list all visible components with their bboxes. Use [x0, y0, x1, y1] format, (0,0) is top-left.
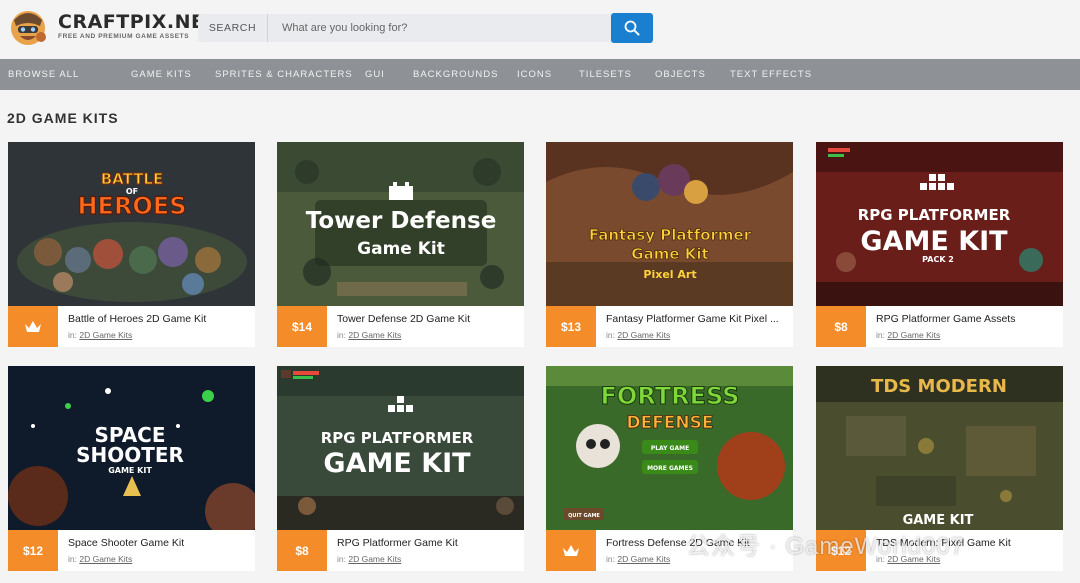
search-icon — [624, 20, 640, 36]
thumbnail-text: TDS MODERN — [871, 376, 1007, 397]
thumbnail-text: BATTLE — [101, 170, 164, 188]
logo-mascot-icon — [6, 6, 50, 48]
product-category: in: 2D Game Kits — [606, 330, 670, 340]
nav-item-gui[interactable]: GUI — [365, 69, 385, 80]
product-thumbnail[interactable]: SPACE SHOOTER GAME KIT — [8, 366, 255, 530]
product-category: in: 2D Game Kits — [68, 330, 132, 340]
nav-item-backgrounds[interactable]: BACKGROUNDS — [413, 69, 498, 80]
product-footer: $8 RPG Platformer Game Kit in: 2D Game K… — [277, 530, 524, 571]
category-prefix: in: — [606, 554, 615, 564]
thumbnail-text: PACK 2 — [922, 255, 954, 264]
category-prefix: in: — [337, 330, 346, 340]
thumbnail-text: DEFENSE — [626, 413, 713, 433]
thumbnail-text: GAME KIT — [323, 448, 471, 479]
thumbnail-text: Fantasy Platformer — [589, 226, 752, 244]
section-title: 2D GAME KITS — [7, 110, 119, 126]
category-prefix: in: — [606, 330, 615, 340]
price-badge: $13 — [546, 306, 596, 347]
thumbnail-text: FORTRESS — [601, 382, 740, 410]
search-input[interactable] — [268, 14, 653, 42]
brand-name: CRAFTPIX.NET — [58, 11, 218, 33]
product-title[interactable]: Space Shooter Game Kit — [68, 537, 248, 549]
product-thumbnail[interactable]: FORTRESS DEFENSE PLAY GAME MORE GAMES QU… — [546, 366, 793, 530]
product-thumbnail[interactable]: BATTLE OF HEROES — [8, 142, 255, 306]
product-title[interactable]: Battle of Heroes 2D Game Kit — [68, 313, 248, 325]
thumbnail-text: QUIT GAME — [568, 513, 600, 519]
category-link[interactable]: 2D Game Kits — [887, 330, 940, 340]
thumbnail-text: HEROES — [77, 192, 186, 220]
nav-item-tilesets[interactable]: TILESETS — [579, 69, 632, 80]
category-prefix: in: — [876, 330, 885, 340]
product-footer: $12 Space Shooter Game Kit in: 2D Game K… — [8, 530, 255, 571]
site-header: CRAFTPIX.NET FREE AND PREMIUM GAME ASSET… — [0, 0, 1080, 58]
crown-icon — [563, 544, 579, 556]
nav-item-icons[interactable]: ICONS — [517, 69, 552, 80]
product-thumbnail[interactable]: RPG PLATFORMER GAME KIT — [277, 366, 524, 530]
category-prefix: in: — [337, 554, 346, 564]
brand-tagline: FREE AND PREMIUM GAME ASSETS — [58, 33, 190, 40]
thumbnail-text: Game Kit — [357, 239, 445, 259]
category-link[interactable]: 2D Game Kits — [79, 554, 132, 564]
product-category: in: 2D Game Kits — [337, 554, 401, 564]
nav-item-objects[interactable]: OBJECTS — [655, 69, 706, 80]
thumbnail-text: Pixel Art — [643, 268, 696, 281]
category-link[interactable]: 2D Game Kits — [348, 554, 401, 564]
category-prefix: in: — [68, 330, 77, 340]
product-footer: $14 Tower Defense 2D Game Kit in: 2D Gam… — [277, 306, 524, 347]
nav-item-sprites-characters[interactable]: SPRITES & CHARACTERS — [215, 69, 353, 80]
thumbnail-text: RPG PLATFORMER — [858, 206, 1011, 224]
thumbnail-text: PLAY GAME — [651, 445, 689, 452]
product-thumbnail[interactable]: Fantasy Platformer Game Kit Pixel Art — [546, 142, 793, 306]
thumbnail-text: GAME KIT — [108, 466, 152, 475]
category-link[interactable]: 2D Game Kits — [348, 330, 401, 340]
category-link[interactable]: 2D Game Kits — [617, 554, 670, 564]
product-category: in: 2D Game Kits — [606, 554, 670, 564]
site-logo[interactable]: CRAFTPIX.NET FREE AND PREMIUM GAME ASSET… — [6, 6, 217, 48]
product-title[interactable]: Tower Defense 2D Game Kit — [337, 313, 517, 325]
product-thumbnail[interactable]: RPG PLATFORMER GAME KIT PACK 2 — [816, 142, 1063, 306]
search-bar: SEARCH — [198, 13, 653, 43]
product-title[interactable]: RPG Platformer Game Assets — [876, 313, 1056, 325]
product-category: in: 2D Game Kits — [876, 330, 940, 340]
product-footer: $8 RPG Platformer Game Assets in: 2D Gam… — [816, 306, 1063, 347]
thumbnail-text: MORE GAMES — [647, 465, 693, 472]
product-category: in: 2D Game Kits — [68, 554, 132, 564]
thumbnail-text: GAME KIT — [860, 226, 1008, 257]
product-title[interactable]: Fantasy Platformer Game Kit Pixel ... — [606, 313, 786, 325]
product-category: in: 2D Game Kits — [337, 330, 401, 340]
price-badge: $8 — [816, 306, 866, 347]
search-label: SEARCH — [198, 14, 268, 42]
product-card[interactable]: Fantasy Platformer Game Kit Pixel Art $1… — [546, 142, 793, 347]
watermark: 公众号 · GameWorld007 — [686, 533, 965, 560]
product-card[interactable]: Tower Defense Game Kit $14 Tower Defense… — [277, 142, 524, 347]
search-button[interactable] — [611, 13, 653, 43]
nav-item-text-effects[interactable]: TEXT EFFECTS — [730, 69, 812, 80]
product-card[interactable]: BATTLE OF HEROES Battle of Heroes 2D Gam… — [8, 142, 255, 347]
premium-badge — [546, 530, 596, 571]
premium-badge — [8, 306, 58, 347]
crown-icon — [25, 320, 41, 332]
product-footer: $13 Fantasy Platformer Game Kit Pixel ..… — [546, 306, 793, 347]
product-footer: Battle of Heroes 2D Game Kit in: 2D Game… — [8, 306, 255, 347]
thumbnail-text: RPG PLATFORMER — [321, 429, 474, 447]
nav-item-game-kits[interactable]: GAME KITS — [131, 69, 192, 80]
category-prefix: in: — [68, 554, 77, 564]
price-badge: $8 — [277, 530, 327, 571]
category-link[interactable]: 2D Game Kits — [617, 330, 670, 340]
product-thumbnail[interactable]: Tower Defense Game Kit — [277, 142, 524, 306]
product-thumbnail[interactable]: TDS MODERN GAME KIT — [816, 366, 1063, 530]
product-card[interactable]: SPACE SHOOTER GAME KIT $12 Space Shooter… — [8, 366, 255, 571]
thumbnail-text: SHOOTER — [76, 443, 184, 467]
thumbnail-text: Tower Defense — [306, 208, 497, 234]
product-card[interactable]: RPG PLATFORMER GAME KIT $8 RPG Platforme… — [277, 366, 524, 571]
thumbnail-text: Game Kit — [631, 245, 708, 263]
price-badge: $14 — [277, 306, 327, 347]
price-badge: $12 — [8, 530, 58, 571]
product-card[interactable]: RPG PLATFORMER GAME KIT PACK 2 $8 RPG Pl… — [816, 142, 1063, 347]
product-title[interactable]: RPG Platformer Game Kit — [337, 537, 517, 549]
category-link[interactable]: 2D Game Kits — [79, 330, 132, 340]
nav-item-browse-all[interactable]: BROWSE ALL — [8, 69, 79, 80]
category-nav: BROWSE ALL GAME KITS SPRITES & CHARACTER… — [0, 59, 1080, 90]
